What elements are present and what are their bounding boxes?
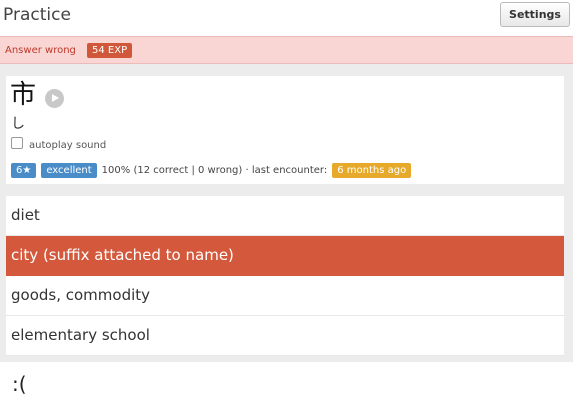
last-encounter-badge: 6 months ago — [332, 163, 412, 178]
answer-list: diet city (suffix attached to name) good… — [6, 196, 564, 356]
answer-option[interactable]: diet — [6, 196, 564, 236]
feedback-bar: Answer wrong 54 EXP — [0, 36, 573, 64]
page-title: Practice — [3, 5, 71, 25]
settings-button[interactable]: Settings — [500, 2, 570, 27]
answer-option[interactable]: goods, commodity — [6, 276, 564, 316]
stats-row: 6★ excellent 100% (12 correct | 0 wrong)… — [11, 163, 412, 178]
answer-option-selected[interactable]: city (suffix attached to name) — [6, 236, 564, 276]
play-icon[interactable] — [45, 89, 64, 108]
kanji-reading: し — [11, 116, 25, 132]
kanji-character: 市 — [10, 80, 37, 110]
feedback-text: Answer wrong — [5, 45, 76, 56]
autoplay-label: autoplay sound — [29, 140, 107, 151]
question-card: 市 し autoplay sound 6★ excellent 100% (12… — [6, 76, 564, 184]
top-bar: Practice Settings — [0, 0, 573, 36]
stats-text: 100% (12 correct | 0 wrong) · last encou… — [101, 165, 328, 176]
result-face: :( — [12, 372, 27, 396]
level-badge: 6★ — [11, 163, 37, 178]
autoplay-checkbox[interactable] — [11, 137, 23, 149]
exp-badge: 54 EXP — [87, 43, 133, 58]
answer-option[interactable]: elementary school — [6, 316, 564, 356]
grade-badge: excellent — [41, 163, 97, 178]
